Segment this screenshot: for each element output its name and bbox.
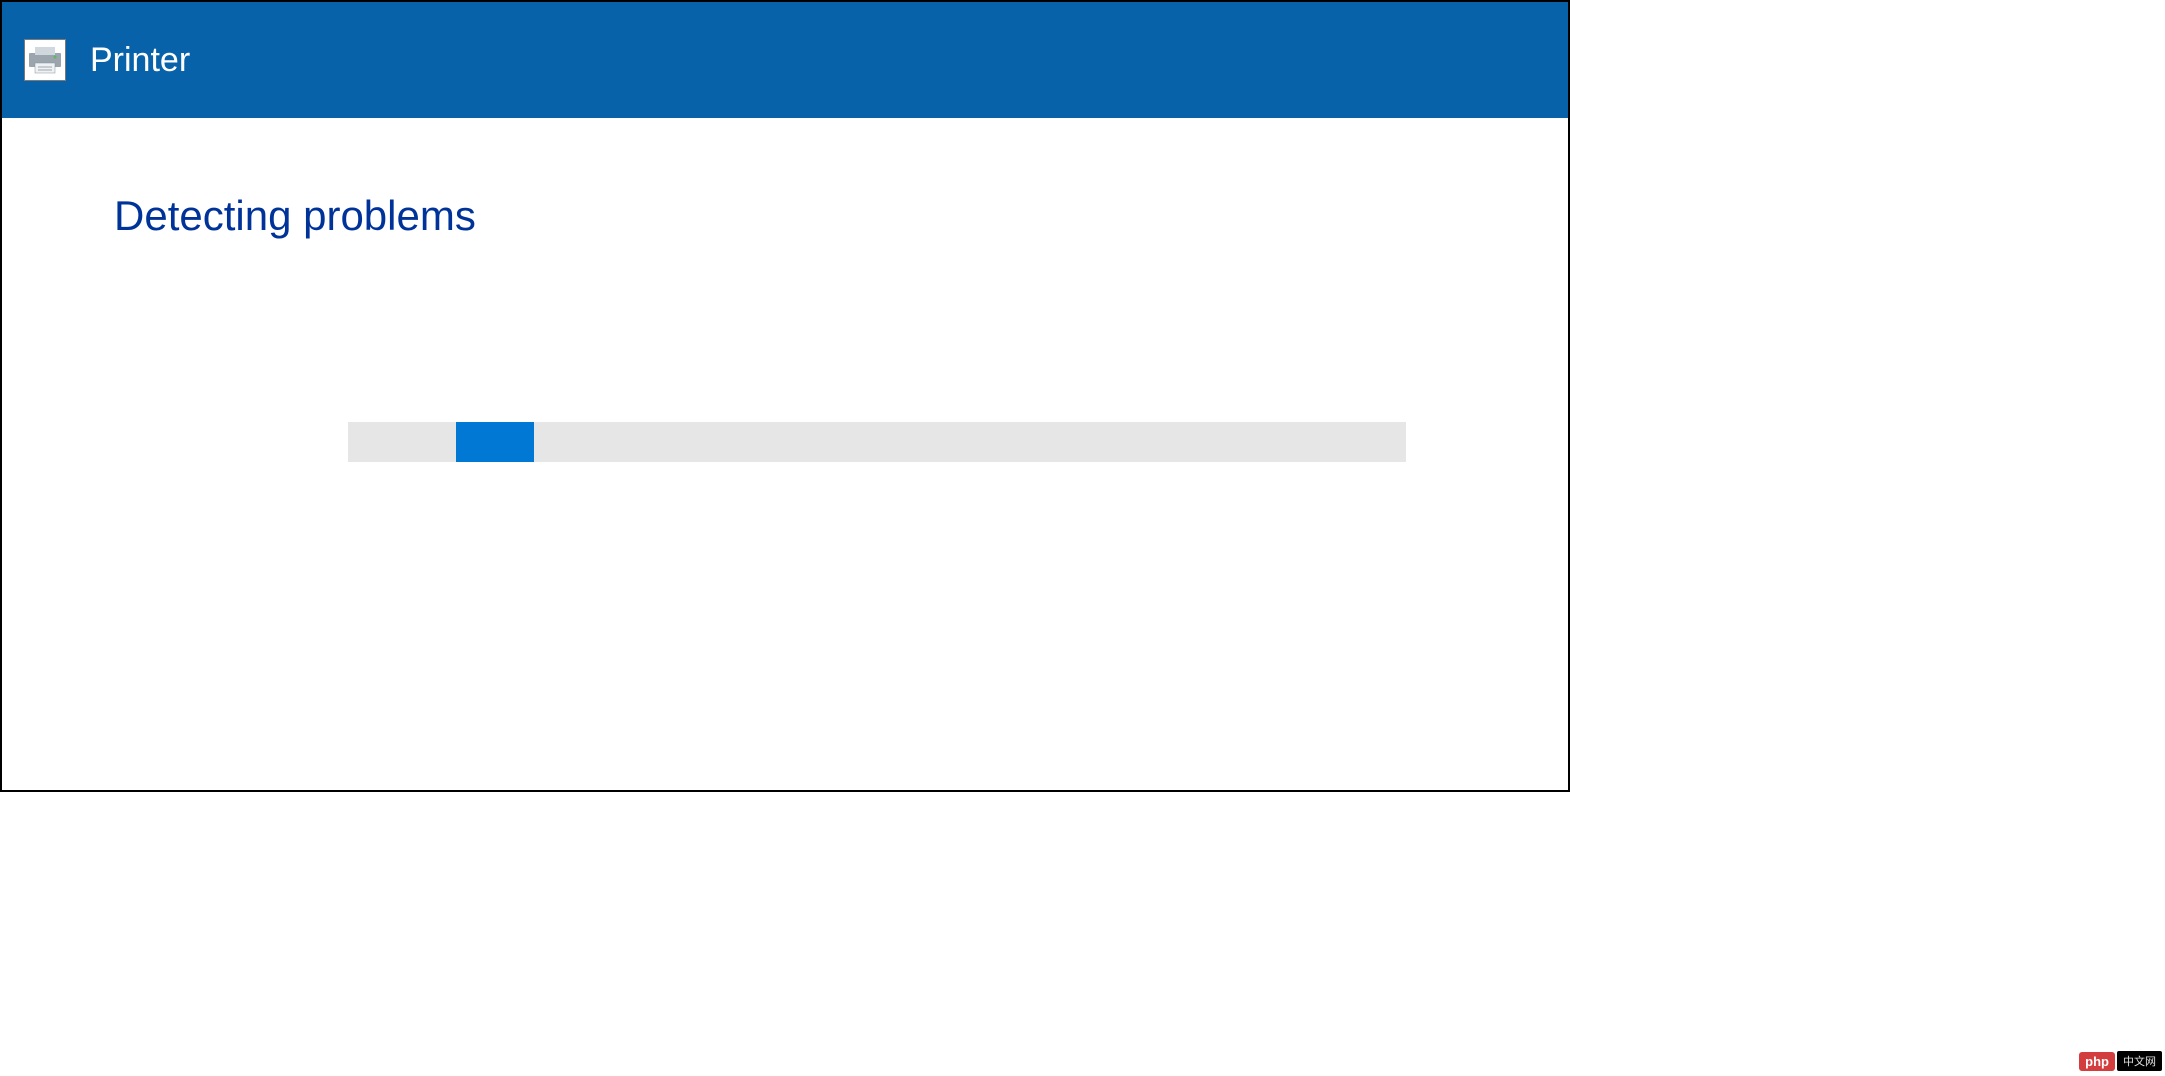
troubleshooter-window: Printer Detecting problems xyxy=(0,0,1570,792)
progress-bar-track xyxy=(348,422,1406,462)
window-titlebar: Printer xyxy=(2,2,1568,118)
page-heading: Detecting problems xyxy=(114,192,1456,240)
window-content: Detecting problems xyxy=(2,118,1568,462)
printer-icon xyxy=(24,39,66,81)
window-title: Printer xyxy=(90,41,190,80)
watermark-badge: php xyxy=(2079,1052,2115,1071)
watermark: php 中文网 xyxy=(2079,1051,2162,1071)
progress-bar-indicator xyxy=(456,422,534,462)
watermark-text: 中文网 xyxy=(2117,1051,2162,1071)
